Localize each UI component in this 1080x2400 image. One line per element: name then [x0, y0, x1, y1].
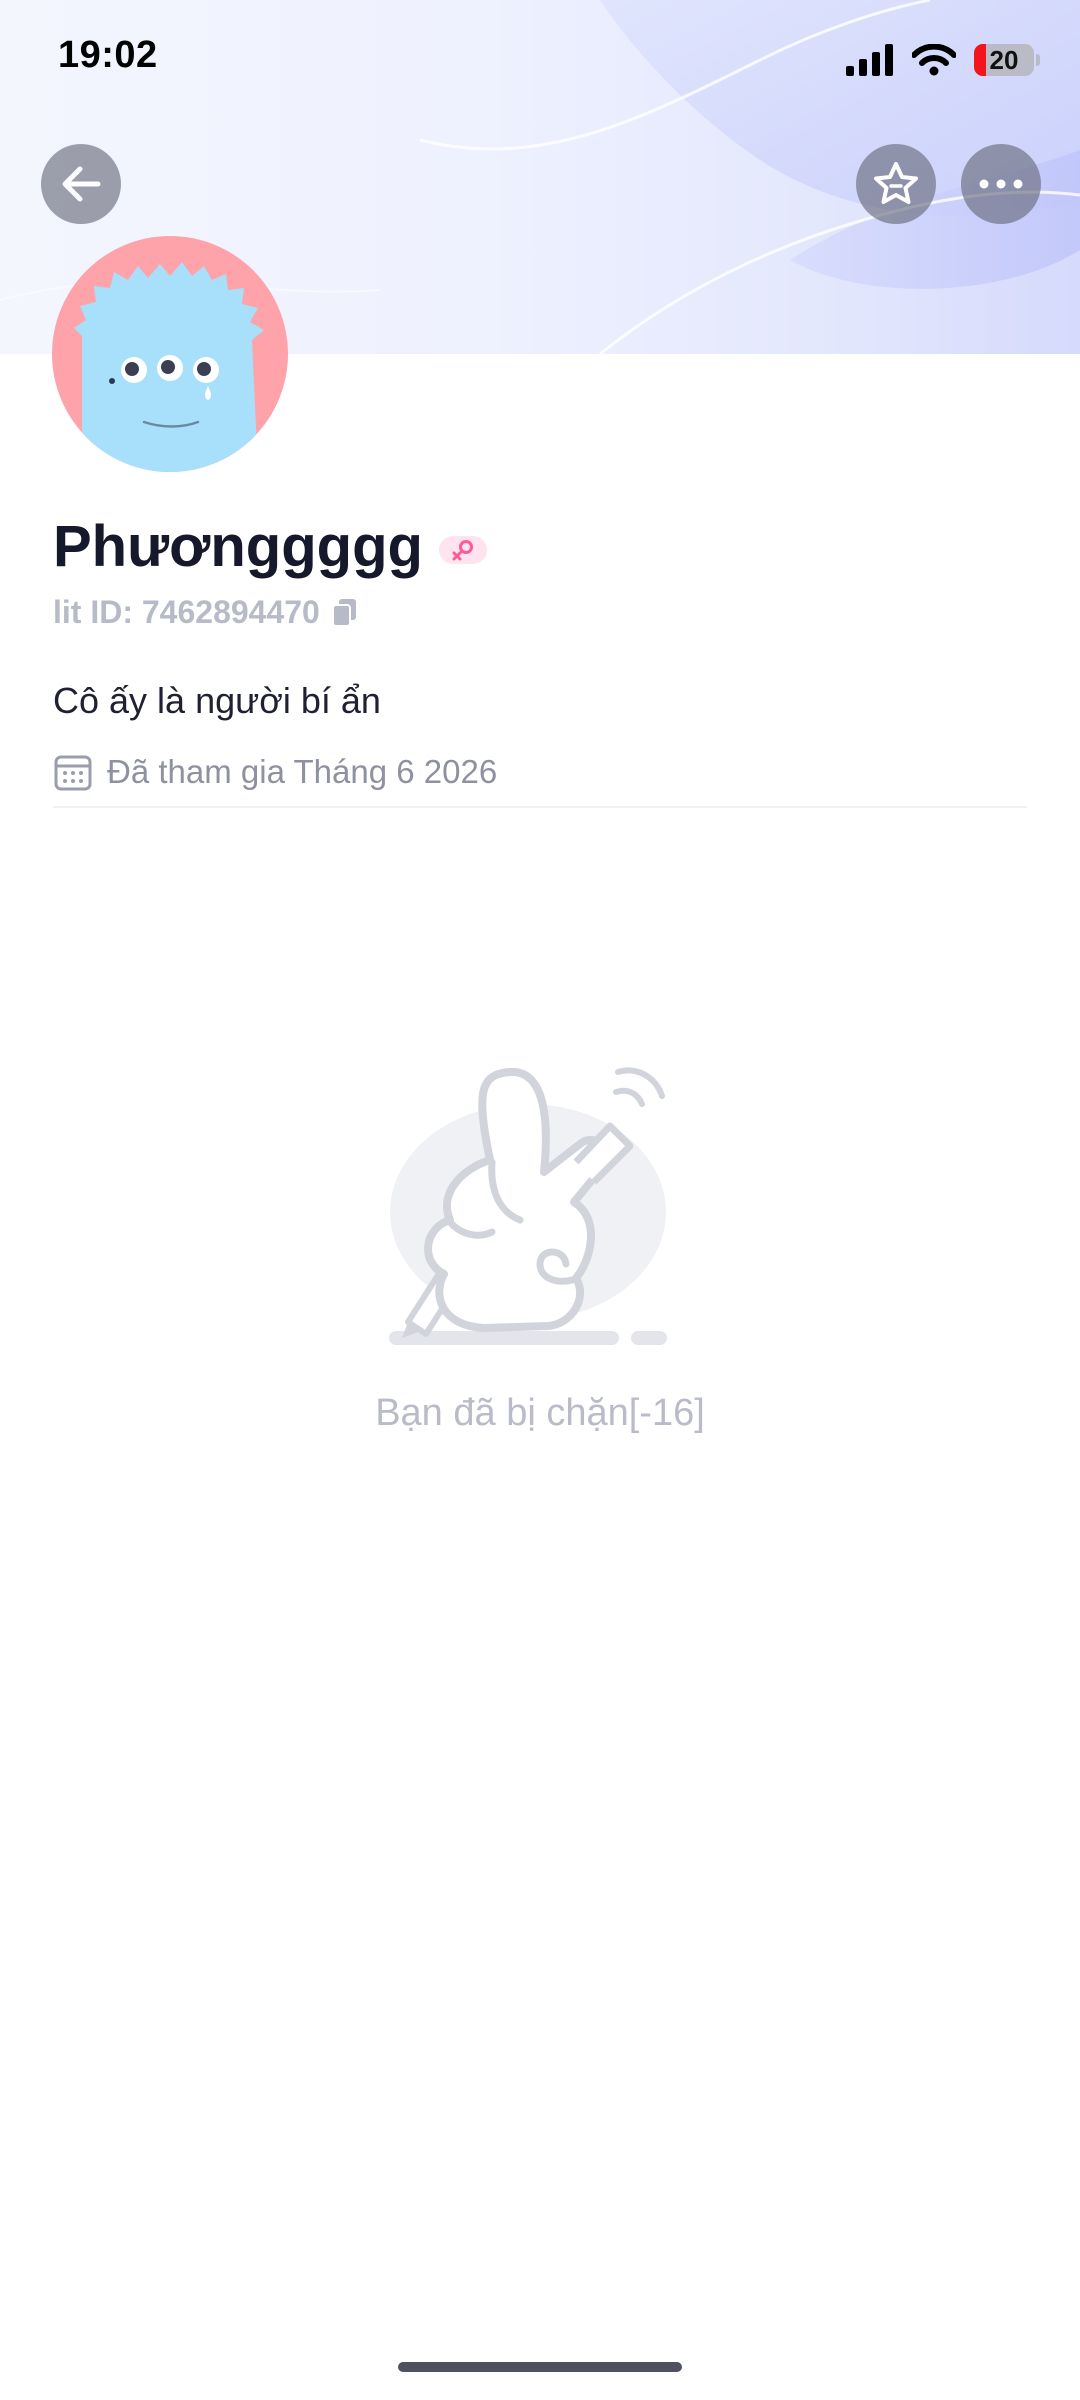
home-indicator[interactable]: [398, 2362, 682, 2372]
cellular-signal-icon: [846, 44, 893, 76]
battery-icon: 20: [974, 44, 1040, 76]
copy-icon[interactable]: [331, 598, 358, 628]
status-bar: 19:02 20: [0, 0, 1080, 116]
blocked-hand-illustration: [389, 1067, 667, 1345]
battery-level: 20: [989, 45, 1019, 75]
more-button[interactable]: [961, 144, 1041, 224]
user-id-row: lit ID: 7462894470: [53, 594, 358, 631]
gender-badge: [438, 536, 487, 564]
profile-bio: Cô ấy là người bí ẩn: [53, 680, 381, 721]
profile-name-row: Phươnggggg: [53, 512, 487, 582]
star-icon: [874, 162, 918, 204]
status-icons: 20: [846, 40, 1040, 80]
section-divider: [53, 806, 1027, 808]
blocked-message: Bạn đã bị chặn[-16]: [375, 1392, 705, 1434]
female-icon: [452, 540, 473, 561]
avatar-monster-image: [74, 262, 264, 472]
display-name: Phươnggggg: [53, 514, 423, 579]
calendar-icon: [54, 755, 92, 791]
user-id: lit ID: 7462894470: [53, 594, 320, 630]
arrow-left-icon: [62, 166, 101, 202]
joined-date-row: Đã tham gia Tháng 6 2026: [53, 752, 497, 792]
wifi-icon: [912, 44, 956, 76]
avatar[interactable]: [52, 236, 288, 472]
status-time: 19:02: [58, 34, 158, 76]
joined-date: Đã tham gia Tháng 6 2026: [107, 753, 498, 790]
more-horizontal-icon: [979, 179, 1023, 189]
favorite-button[interactable]: [856, 144, 936, 224]
back-button[interactable]: [41, 144, 121, 224]
